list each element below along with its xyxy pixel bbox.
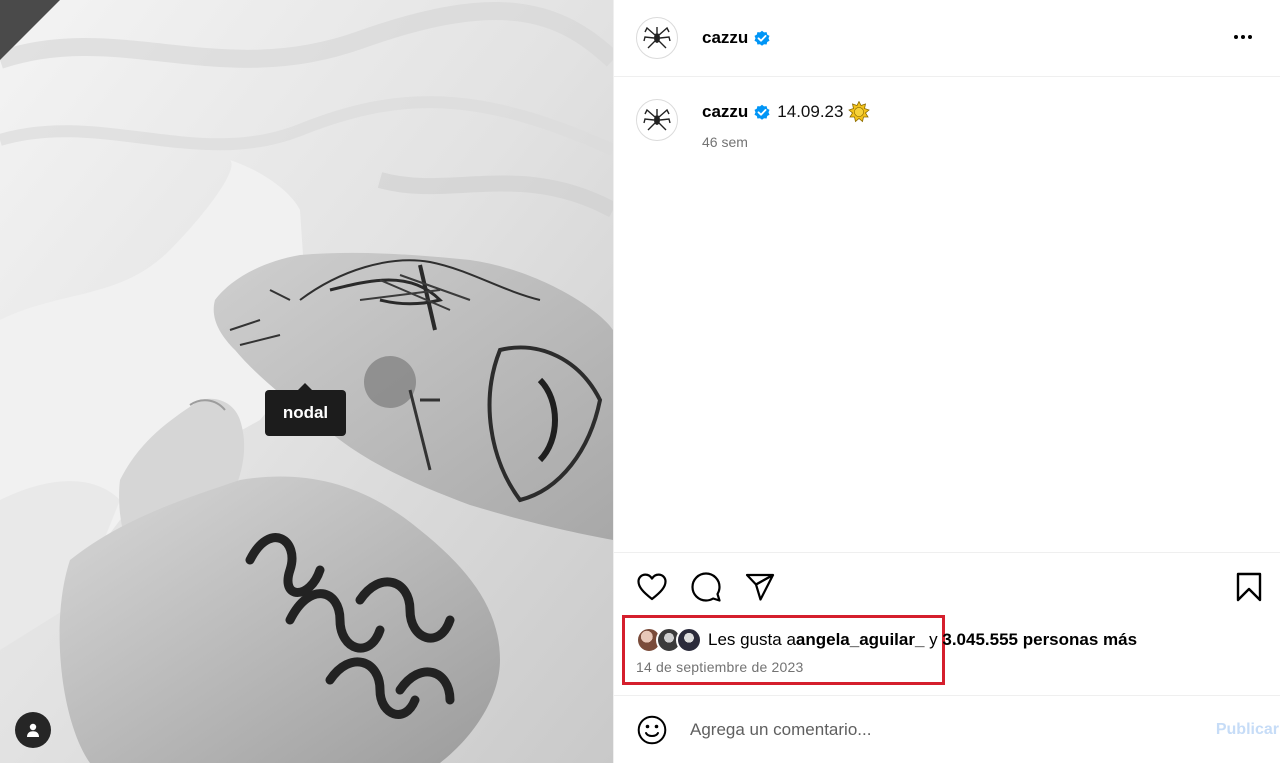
caption-time-ago[interactable]: 46 sem: [702, 134, 870, 150]
send-icon: [745, 573, 775, 601]
smiley-icon: [637, 715, 667, 745]
user-tag-label[interactable]: nodal: [265, 383, 346, 436]
verified-badge-icon: [754, 30, 770, 46]
spider-logo-icon: [643, 26, 671, 49]
more-horizontal-icon: [1234, 35, 1238, 39]
avatar[interactable]: [636, 17, 678, 59]
likes-others-count[interactable]: 3.045.555 personas más: [942, 630, 1137, 650]
caption-text: 14.09.23: [777, 102, 844, 121]
sun-emoji-icon: [848, 101, 871, 123]
bookmark-icon: [1236, 572, 1262, 602]
post-details-panel: cazzu cazzu 14.09.23 46 sem Les gusta a …: [613, 0, 1280, 763]
post-date[interactable]: 14 de septiembre de 2023: [636, 659, 803, 675]
verified-badge-icon: [754, 104, 770, 120]
liker-avatars: [636, 627, 704, 653]
save-button[interactable]: [1233, 571, 1265, 603]
more-dot: [1248, 35, 1252, 39]
header-username[interactable]: cazzu: [702, 28, 748, 48]
post-caption: cazzu 14.09.23 46 sem: [636, 99, 871, 150]
emoji-button[interactable]: [636, 714, 668, 746]
publish-button[interactable]: Publicar: [1216, 721, 1279, 739]
likes-prefix: Les gusta a: [708, 630, 796, 649]
liker-username[interactable]: angela_aguilar_: [796, 630, 925, 650]
like-button[interactable]: [636, 571, 668, 603]
caption-username[interactable]: cazzu: [702, 102, 748, 122]
more-options-button[interactable]: [1228, 22, 1258, 52]
share-button[interactable]: [744, 571, 776, 603]
comment-form: Publicar: [614, 697, 1280, 763]
likes-summary[interactable]: Les gusta a angela_aguilar_ y 3.045.555 …: [636, 627, 1137, 653]
avatar[interactable]: [636, 99, 678, 141]
comment-icon: [691, 572, 721, 602]
more-dot: [1241, 35, 1245, 39]
likes-joiner: y: [924, 630, 943, 649]
comment-input[interactable]: [690, 720, 1170, 740]
spider-logo-icon: [643, 108, 671, 131]
comment-button[interactable]: [690, 571, 722, 603]
post-photo[interactable]: nodal: [0, 0, 613, 763]
heart-icon: [637, 573, 667, 601]
photo-illustration: [0, 0, 613, 763]
person-icon: [27, 723, 39, 737]
post-header: cazzu: [614, 0, 1280, 77]
post-actions-section: Les gusta a angela_aguilar_ y 3.045.555 …: [614, 552, 1280, 696]
user-tags-button[interactable]: [15, 712, 51, 748]
action-bar: [636, 571, 1265, 603]
avatar: [676, 627, 702, 653]
